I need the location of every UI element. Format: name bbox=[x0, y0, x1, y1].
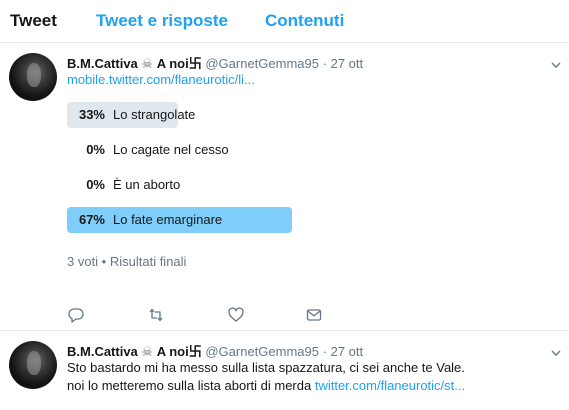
tweet-actions bbox=[67, 306, 367, 326]
tweet-text-line: Sto bastardo mi ha messo sulla lista spa… bbox=[67, 360, 465, 375]
poll-option: 33% Lo strangolate bbox=[67, 102, 403, 128]
poll-label: È un aborto bbox=[113, 177, 181, 192]
tweet-link[interactable]: twitter.com/flaneurotic/st... bbox=[315, 378, 465, 393]
poll-percent: 67% bbox=[78, 212, 105, 227]
separator-dot: · bbox=[322, 344, 327, 359]
poll-meta: 3 voti • Risultati finali bbox=[67, 254, 187, 269]
separator-dot: · bbox=[322, 56, 327, 71]
poll-label: Lo cagate nel cesso bbox=[113, 142, 229, 157]
tweet-text: Sto bastardo mi ha messo sulla lista spa… bbox=[67, 359, 465, 395]
user-name[interactable]: B.M.Cattiva bbox=[67, 344, 138, 359]
link-text[interactable]: mobile.twitter.com/flaneurotic/li... bbox=[67, 72, 255, 87]
tweet-link[interactable]: mobile.twitter.com/flaneurotic/li... bbox=[67, 71, 255, 89]
tweet[interactable]: B.M.Cattiva ☠ A noi卐 @GarnetGemma95 · 27… bbox=[0, 331, 569, 410]
tweet-header: B.M.Cattiva ☠ A noi卐 @GarnetGemma95 · 27… bbox=[67, 53, 363, 72]
user-handle[interactable]: @GarnetGemma95 bbox=[205, 56, 319, 71]
poll-option: 0% È un aborto bbox=[67, 172, 403, 198]
poll-label: Lo fate emarginare bbox=[113, 212, 223, 227]
tab-tweet[interactable]: Tweet bbox=[10, 11, 57, 31]
user-name-suffix[interactable]: A noi卐 bbox=[157, 344, 202, 359]
poll-option: 0% Lo cagate nel cesso bbox=[67, 137, 403, 163]
poll-label: Lo strangolate bbox=[113, 107, 196, 122]
avatar[interactable] bbox=[9, 341, 57, 389]
tab-media[interactable]: Contenuti bbox=[265, 11, 344, 31]
user-name[interactable]: B.M.Cattiva bbox=[67, 56, 138, 71]
poll-percent: 33% bbox=[78, 107, 105, 122]
skull-icon: ☠ bbox=[141, 345, 154, 360]
avatar[interactable] bbox=[9, 53, 57, 101]
user-handle[interactable]: @GarnetGemma95 bbox=[205, 344, 319, 359]
tab-tweets-and-replies[interactable]: Tweet e risposte bbox=[96, 11, 228, 31]
retweet-icon[interactable] bbox=[147, 306, 167, 326]
tweet-header: B.M.Cattiva ☠ A noi卐 @GarnetGemma95 · 27… bbox=[67, 341, 363, 360]
reply-icon[interactable] bbox=[67, 306, 87, 326]
like-icon[interactable] bbox=[227, 306, 247, 326]
direct-message-icon[interactable] bbox=[305, 306, 325, 326]
tweet-text-line: noi lo metteremo sulla lista aborti di m… bbox=[67, 377, 465, 395]
tweet-text-part: noi lo metteremo sulla lista aborti di m… bbox=[67, 378, 315, 393]
tweet-date[interactable]: 27 ott bbox=[331, 56, 364, 71]
poll-percent: 0% bbox=[86, 142, 105, 157]
chevron-down-icon[interactable] bbox=[551, 345, 561, 356]
profile-tabs: Tweet Tweet e risposte Contenuti bbox=[0, 0, 569, 43]
skull-icon: ☠ bbox=[141, 57, 154, 72]
user-name-suffix[interactable]: A noi卐 bbox=[157, 56, 202, 71]
poll-option: 67% Lo fate emarginare bbox=[67, 207, 403, 233]
tweet-date[interactable]: 27 ott bbox=[331, 344, 364, 359]
tweet-poll[interactable]: B.M.Cattiva ☠ A noi卐 @GarnetGemma95 · 27… bbox=[0, 43, 569, 331]
chevron-down-icon[interactable] bbox=[551, 57, 561, 68]
poll-percent: 0% bbox=[86, 177, 105, 192]
